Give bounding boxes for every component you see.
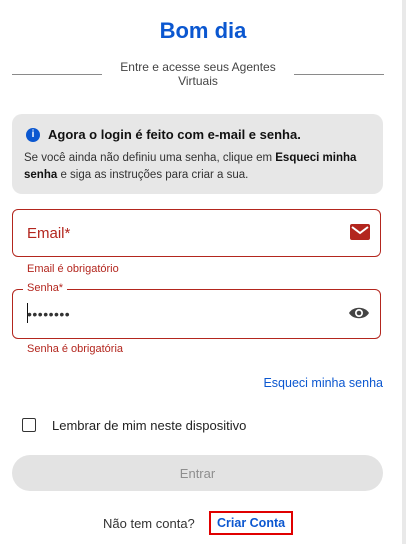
email-label: Email*: [27, 225, 71, 242]
page-subtitle: Entre e acesse seus Agentes Virtuais: [120, 60, 276, 88]
remember-me-checkbox[interactable]: [22, 418, 36, 432]
scroll-edge: [402, 0, 406, 544]
email-error: Email é obrigatório: [27, 263, 119, 275]
page-title: Bom dia: [159, 18, 247, 43]
info-text-after: e siga as instruções para criar a sua.: [57, 169, 249, 181]
create-account-link[interactable]: Criar Conta: [209, 511, 294, 535]
password-value: ••••••••: [27, 306, 71, 322]
password-field[interactable]: Senha* ••••••••: [12, 282, 381, 339]
subtitle-row: Entre e acesse seus Agentes Virtuais: [12, 60, 384, 90]
info-notice: i Agora o login é feito com e-mail e sen…: [12, 114, 383, 194]
info-text: Se você ainda não definiu uma senha, cli…: [24, 150, 374, 184]
divider-right: [294, 74, 384, 75]
info-icon: i: [26, 128, 40, 142]
info-text-before: Se você ainda não definiu uma senha, cli…: [24, 152, 276, 164]
password-label: Senha*: [23, 282, 68, 294]
divider-left: [12, 74, 102, 75]
signup-prompt: Não tem conta?: [103, 516, 195, 531]
info-title: Agora o login é feito com e-mail e senha…: [48, 127, 301, 142]
mail-icon: [350, 224, 370, 240]
eye-icon[interactable]: [348, 305, 370, 321]
submit-button[interactable]: Entrar: [12, 455, 383, 491]
email-field[interactable]: Email*: [12, 209, 381, 257]
password-error: Senha é obrigatória: [27, 343, 124, 355]
forgot-password-link[interactable]: Esqueci minha senha: [263, 376, 383, 390]
remember-me-label[interactable]: Lembrar de mim neste dispositivo: [52, 418, 246, 433]
